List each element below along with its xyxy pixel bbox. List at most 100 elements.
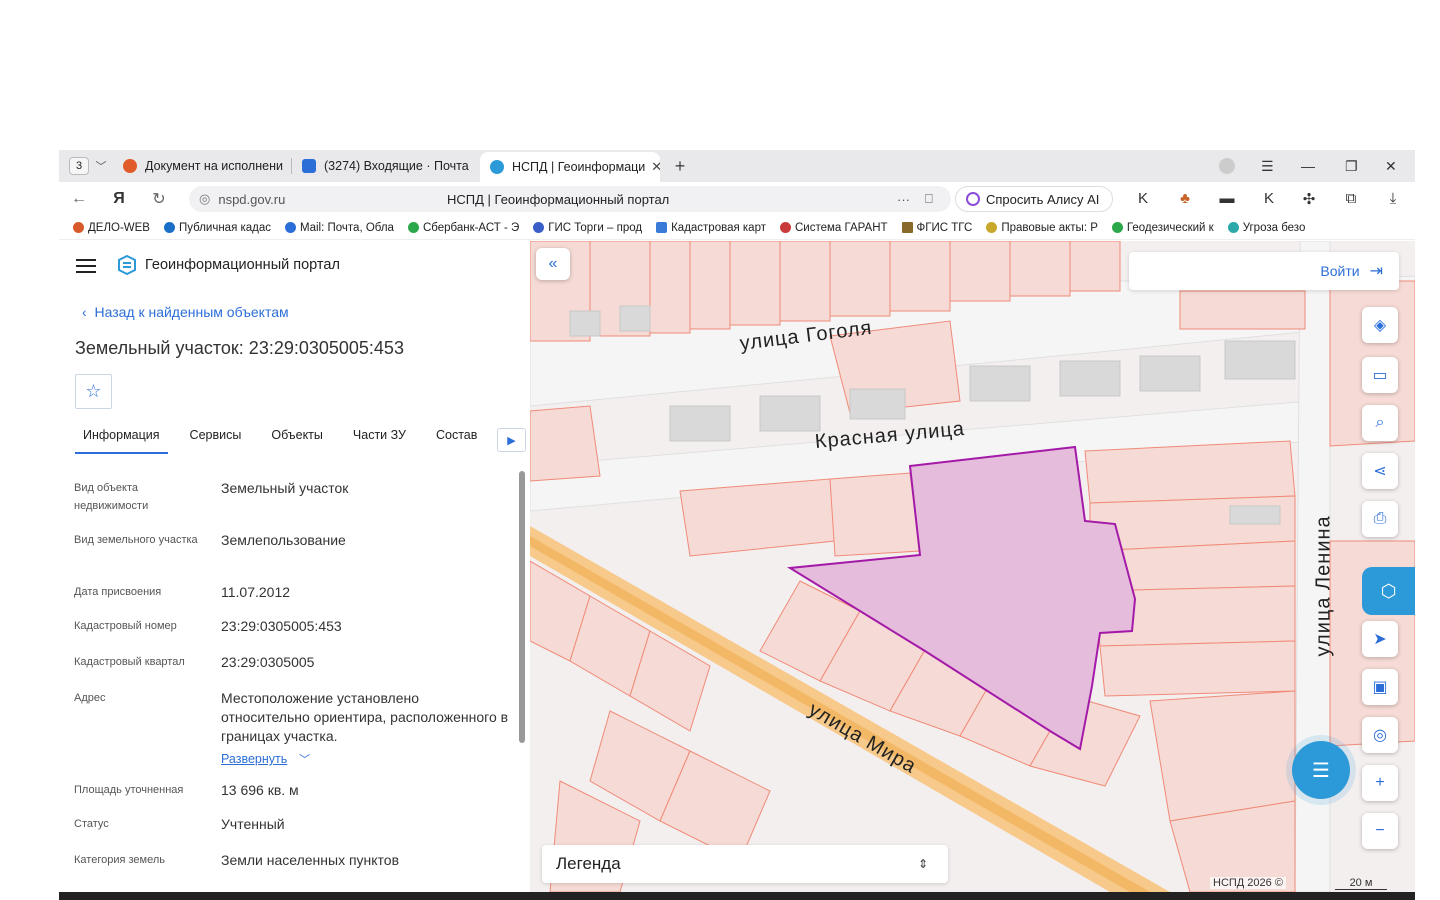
hamburger-menu-icon[interactable] [76, 259, 96, 273]
back-arrow-icon[interactable]: ← [59, 190, 99, 208]
geolocation-button[interactable]: ➤ [1362, 621, 1398, 657]
bookmark-item[interactable]: ДЕЛО-WEB [73, 222, 150, 234]
minimize-icon[interactable]: — [1301, 150, 1315, 182]
attribute-label: Кадастровый номер [74, 620, 177, 632]
extension-figure-icon[interactable]: ♣ [1175, 190, 1195, 208]
layers-icon: ◈ [1373, 317, 1387, 334]
tabs-next-button[interactable]: ▶ [497, 428, 526, 452]
nspd-icon [490, 160, 504, 174]
alice-label: Спросить Алису AI [986, 191, 1100, 207]
back-to-results-link[interactable]: ‹ Назад к найденным объектам [82, 304, 289, 320]
os-taskbar [59, 892, 1415, 900]
tab-mail[interactable]: (3274) Входящие · Почта [292, 153, 480, 179]
download-icon[interactable]: ⤓ [1383, 190, 1403, 208]
yandex-logo-icon[interactable]: Я [99, 190, 139, 208]
tab-documents[interactable]: Документ на исполнени [113, 153, 291, 179]
ruler-icon: ▭ [1372, 367, 1388, 384]
tab-composition[interactable]: Состав [428, 418, 485, 454]
bookmark-item[interactable]: ФГИС ТГС [901, 222, 972, 234]
menu-icon[interactable]: ☰ [1261, 150, 1274, 182]
attribute-label: Кадастровый квартал [74, 656, 185, 668]
attribute-value: Земли населенных пунктов [221, 852, 400, 868]
nspd-services-button[interactable]: ⬡ [1362, 567, 1415, 615]
bookmark-item[interactable]: Правовые акты: Р [986, 222, 1098, 234]
favorite-star-button[interactable]: ☆ [75, 374, 112, 409]
tab-count-badge[interactable]: 3 [69, 157, 89, 175]
object-tabs: Информация Сервисы Объекты Части ЗУ Сост… [75, 418, 495, 454]
extension-hat-icon[interactable]: ▬ [1217, 190, 1237, 208]
plus-icon: + [1375, 774, 1385, 791]
zoom-out-button[interactable]: − [1362, 813, 1398, 849]
minimap-icon: ▣ [1372, 679, 1388, 696]
area-search-icon: ⌕ [1375, 414, 1385, 431]
share-button[interactable]: ⋖ [1362, 453, 1398, 489]
attribute-value: Учтенный [221, 816, 285, 832]
site-info-icon[interactable]: ◎ [199, 191, 210, 207]
bookmarks-bar: ДЕЛО-WEB Публичная кадас Mail: Почта, Об… [59, 216, 1415, 240]
nspd-logo-icon: ⬡ [1380, 580, 1397, 601]
more-icon[interactable]: ··· [897, 192, 910, 207]
restore-icon[interactable]: ❐ [1345, 150, 1358, 182]
url-field[interactable]: ◎ nspd.gov.ru НСПД | Геоинформационный п… [189, 186, 951, 212]
collections-icon[interactable]: ⧉ [1341, 190, 1361, 208]
cadastral-map[interactable]: улица Гоголя Красная улица улица Мира ул… [530, 241, 1415, 892]
bookmark-item[interactable]: Угроза безо [1227, 222, 1305, 234]
print-button[interactable]: ⎙ [1362, 501, 1398, 537]
chat-button[interactable]: ☰ [1292, 741, 1350, 799]
expand-collapse-icon: ⇕ [917, 857, 928, 871]
attribute-value[interactable]: 23:29:0305005 [221, 653, 511, 672]
login-button[interactable]: Войти ⇥ [1129, 252, 1399, 290]
bookmark-item[interactable]: Кадастровая карт [656, 222, 766, 234]
reload-icon[interactable]: ↻ [139, 189, 179, 209]
bookmark-item[interactable]: Сбербанк-АСТ - Э [407, 222, 519, 234]
attribute-value: Землепользование [221, 532, 346, 548]
profile-icon[interactable] [1219, 150, 1235, 182]
bookmark-icon[interactable]: ⎕ [925, 191, 933, 207]
expand-link[interactable]: Развернуть ﹀ [221, 749, 511, 770]
alice-button[interactable]: Спросить Алису AI [955, 186, 1113, 212]
ruler-button[interactable]: ▭ [1362, 357, 1398, 393]
attribute-value: 13 696 кв. м [221, 782, 299, 798]
tab-parts[interactable]: Части ЗУ [345, 418, 414, 454]
tab-label: (3274) Входящие · Почта [324, 159, 469, 173]
area-search-button[interactable]: ⌕ [1362, 405, 1398, 441]
tab-services[interactable]: Сервисы [182, 418, 250, 454]
tab-bar: 3 ﹀ Документ на исполнени (3274) Входящи… [59, 150, 1415, 182]
bookmark-item[interactable]: Mail: Почта, Обла [285, 222, 394, 234]
tab-objects[interactable]: Объекты [263, 418, 331, 454]
bookmark-item[interactable]: Система ГАРАНТ [780, 222, 888, 234]
map-canvas [530, 241, 1415, 892]
bookmark-item[interactable]: ГИС Торги – прод [533, 222, 642, 234]
chevron-right-icon: ▶ [507, 434, 516, 447]
street-label: улица Ленина [1312, 515, 1335, 657]
portal-logo-icon [117, 254, 137, 276]
new-tab-icon[interactable]: + [668, 156, 692, 177]
print-icon: ⎙ [1373, 510, 1387, 527]
chat-bubble-icon: ☰ [1312, 759, 1330, 782]
zoom-in-button[interactable]: + [1362, 765, 1398, 801]
minimap-button[interactable]: ▣ [1362, 669, 1398, 705]
layers-button[interactable]: ◈ [1362, 307, 1398, 343]
bookmark-item[interactable]: Геодезический к [1111, 222, 1214, 234]
extension-k-icon[interactable]: K [1133, 190, 1153, 208]
close-window-icon[interactable]: ✕ [1385, 150, 1397, 182]
url-text: nspd.gov.ru [218, 191, 286, 207]
page-title-text: НСПД | Геоинформационный портал [447, 191, 670, 207]
close-tab-icon[interactable]: ✕ [651, 159, 660, 175]
browser-window: 3 ﹀ Документ на исполнени (3274) Входящи… [59, 150, 1415, 892]
legend-selector[interactable]: Легенда ⇕ [542, 845, 948, 883]
attribute-label: Площадь уточненная [74, 784, 184, 796]
tab-information[interactable]: Информация [75, 418, 168, 454]
panel-scrollbar[interactable] [519, 471, 525, 743]
extension-k2-icon[interactable]: K [1259, 190, 1279, 208]
scale-bar: 20 м [1335, 877, 1387, 890]
collapse-panel-button[interactable]: « [536, 248, 570, 280]
chevron-down-icon: ﹀ [299, 754, 311, 766]
tab-nspd[interactable]: НСПД | Геоинформаци ✕ [480, 152, 660, 182]
extensions-puzzle-icon[interactable]: ✣ [1299, 190, 1319, 208]
attribute-value[interactable]: 23:29:0305005:453 [221, 617, 511, 636]
tabs-chevron-icon[interactable]: ﹀ [89, 158, 113, 174]
bookmark-item[interactable]: Публичная кадас [163, 222, 271, 234]
copyright-text: НСПД 2026 © [1210, 877, 1286, 889]
zoom-to-object-button[interactable]: ◎ [1362, 717, 1398, 753]
